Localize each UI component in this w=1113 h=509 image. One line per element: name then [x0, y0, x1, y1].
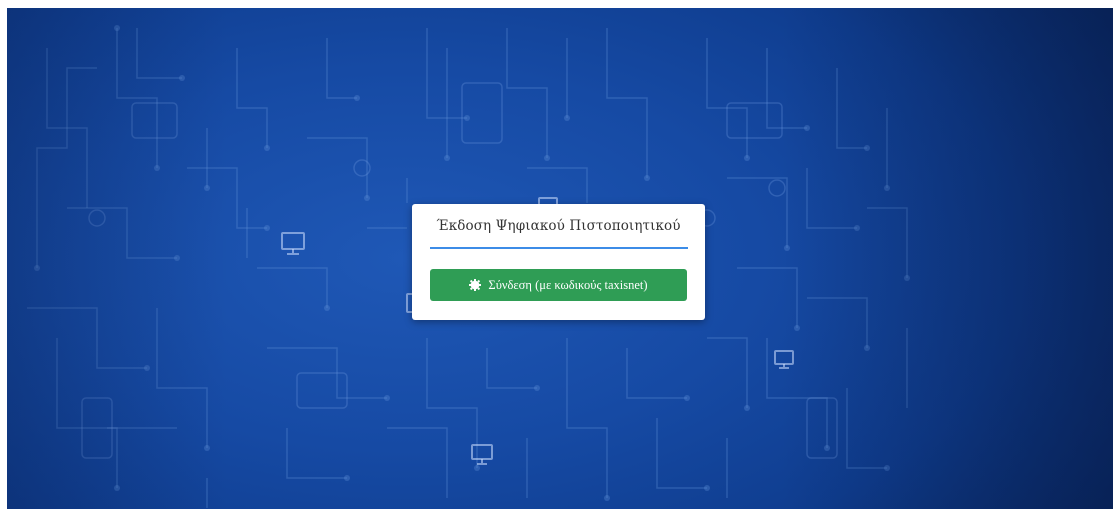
- title-underline: [430, 247, 688, 249]
- dialog-title: Έκδοση Ψηφιακού Πιστοποιητικού: [436, 218, 681, 234]
- certificate-dialog: Έκδοση Ψηφιακού Πιστοποιητικού Σύνδεση (…: [412, 204, 705, 320]
- login-button-label: Σύνδεση (με κωδικούς taxisnet): [488, 277, 648, 292]
- taxisnet-login-button[interactable]: Σύνδεση (με κωδικούς taxisnet): [430, 269, 687, 301]
- cog-icon: [469, 279, 482, 291]
- page-background: Έκδοση Ψηφιακού Πιστοποιητικού Σύνδεση (…: [7, 8, 1113, 509]
